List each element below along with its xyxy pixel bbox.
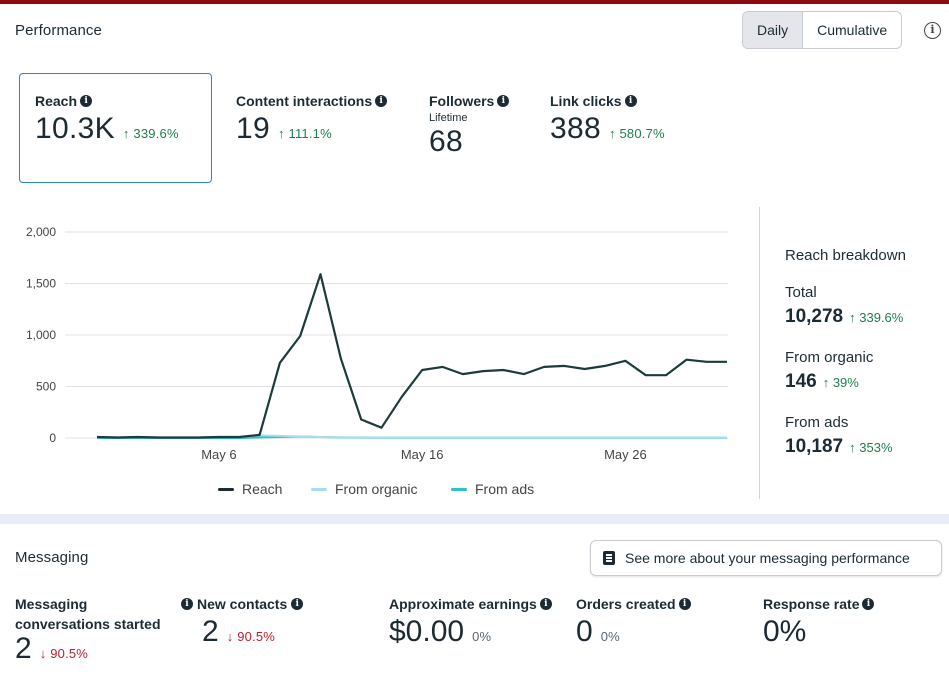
breakdown-total-value: 10,278 [785, 306, 844, 327]
metric-reach-label: Reach [35, 93, 78, 109]
legend-reach[interactable]: Reach [218, 481, 282, 497]
info-icon[interactable]: i [924, 22, 941, 39]
reach-breakdown-title: Reach breakdown [785, 247, 906, 264]
legend-label-reach: Reach [242, 481, 283, 497]
info-icon[interactable]: i [678, 598, 691, 610]
messaging-title: Messaging [15, 549, 89, 566]
metric-earnings-delta: 0% [472, 629, 492, 644]
breakdown-ads-value: 10,187 [785, 436, 844, 457]
breakdown-organic: From organic 146 ↑ 39% [785, 349, 873, 393]
metric-orders-label: Orders created [576, 596, 676, 612]
metric-earnings-label: Approximate earnings [389, 596, 537, 612]
metric-link-clicks[interactable]: Link clicks i 388 ↑ 580.7% [550, 93, 665, 146]
metric-reach-value: 10.3K [35, 112, 115, 145]
document-icon [603, 551, 615, 565]
see-more-messaging-label: See more about your messaging performanc… [625, 550, 910, 566]
info-icon[interactable]: i [862, 598, 875, 610]
breakdown-total: Total 10,278 ↑ 339.6% [785, 284, 903, 328]
metric-new-contacts-delta: ↓ 90.5% [226, 629, 276, 644]
legend-from-organic[interactable]: From organic [311, 481, 417, 497]
breakdown-ads: From ads 10,187 ↑ 353% [785, 414, 893, 458]
metric-link-clicks-value: 388 [550, 112, 601, 145]
info-icon[interactable]: i [181, 598, 193, 610]
metric-followers-sublabel: Lifetime [429, 112, 468, 124]
info-icon[interactable]: i [624, 95, 637, 107]
metric-orders-value: 0 [576, 615, 593, 648]
metric-content-interactions-delta: ↑ 111.1% [277, 126, 332, 141]
legend-from-ads[interactable]: From ads [451, 481, 534, 497]
legend-swatch-ads [451, 487, 467, 491]
cumulative-toggle-button[interactable]: Cumulative [803, 12, 901, 48]
x-tick-label: May 6 [201, 447, 236, 462]
metric-response-rate-label: Response rate [763, 596, 860, 612]
breakdown-ads-delta: ↑ 353% [849, 440, 893, 455]
metric-orders-created[interactable]: Orders created i 0 0% [576, 594, 691, 649]
metric-link-clicks-label: Link clicks [550, 93, 622, 109]
metric-response-rate-value: 0% [763, 615, 807, 648]
metric-conversations-label: Messaging conversations started [15, 596, 161, 632]
metric-orders-delta: 0% [600, 629, 620, 644]
metric-reach-delta: ↑ 339.6% [122, 126, 179, 141]
metric-new-contacts-label: New contacts [197, 596, 288, 612]
metric-followers[interactable]: Followers i Lifetime 68 [429, 93, 510, 159]
metric-followers-label: Followers [429, 93, 495, 109]
series-line-reach[interactable] [96, 273, 727, 439]
metric-earnings-value: $0.00 [389, 615, 465, 648]
y-tick-label: 1,000 [26, 328, 56, 342]
legend-swatch-organic [311, 487, 327, 491]
section-separator [0, 514, 949, 524]
metric-followers-value: 68 [429, 125, 463, 158]
see-more-messaging-button[interactable]: See more about your messaging performanc… [590, 540, 942, 576]
metric-approximate-earnings[interactable]: Approximate earnings i $0.00 0% [389, 594, 552, 649]
metric-conversations-delta: ↓ 90.5% [39, 646, 89, 661]
info-icon[interactable]: i [80, 95, 93, 107]
metric-response-rate[interactable]: Response rate i 0% [763, 594, 875, 649]
legend-label-ads: From ads [475, 481, 535, 497]
legend-swatch-reach [218, 487, 234, 491]
metric-content-interactions[interactable]: Content interactions i 19 ↑ 111.1% [236, 93, 388, 146]
breakdown-total-label: Total [785, 284, 817, 301]
metric-conversations-value: 2 [15, 632, 32, 665]
info-icon[interactable]: i [291, 598, 304, 610]
metric-conversations-started[interactable]: Messaging conversations started 2 ↓ 90.5… [15, 594, 175, 666]
daily-toggle-button[interactable]: Daily [743, 12, 804, 48]
metric-content-interactions-label: Content interactions [236, 93, 373, 109]
breakdown-organic-label: From organic [785, 349, 874, 366]
legend-label-organic: From organic [335, 481, 418, 497]
breakdown-total-delta: ↑ 339.6% [849, 310, 904, 325]
y-tick-label: 1,500 [26, 277, 56, 291]
metric-content-interactions-value: 19 [236, 112, 270, 145]
metric-reach[interactable]: Reach i 10.3K ↑ 339.6% [35, 93, 179, 146]
breakdown-organic-value: 146 [785, 371, 817, 392]
y-tick-label: 0 [49, 431, 56, 445]
metric-new-contacts-value: 2 [202, 615, 219, 648]
metric-new-contacts[interactable]: i New contacts i 2 ↓ 90.5% [181, 594, 304, 649]
breakdown-ads-label: From ads [785, 414, 849, 431]
y-tick-label: 500 [36, 380, 56, 394]
info-icon[interactable]: i [375, 95, 388, 107]
info-icon[interactable]: i [497, 95, 510, 107]
view-toggle: Daily Cumulative [742, 11, 903, 49]
x-tick-label: May 26 [604, 447, 647, 462]
reach-line-chart[interactable]: 2,000 1,500 1,000 500 0 May 6 May 16 May 26 [0, 215, 750, 475]
info-icon[interactable]: i [539, 598, 552, 610]
x-tick-label: May 16 [401, 447, 444, 462]
chart-divider [759, 207, 760, 499]
metric-link-clicks-delta: ↑ 580.7% [608, 126, 665, 141]
performance-title: Performance [15, 22, 102, 39]
breakdown-organic-delta: ↑ 39% [822, 375, 859, 390]
y-tick-label: 2,000 [26, 225, 56, 239]
